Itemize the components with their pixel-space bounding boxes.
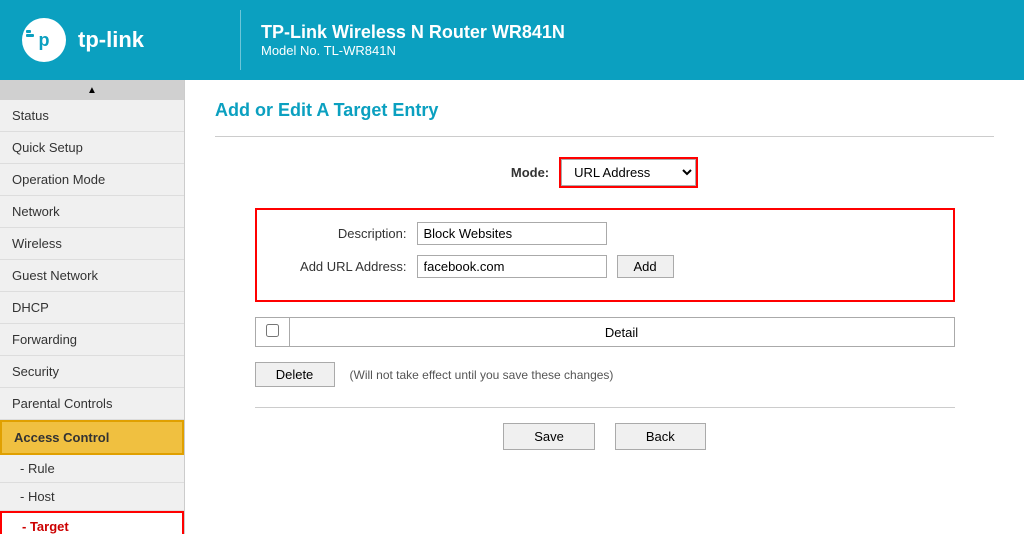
mode-row: Mode: URL Address Domain Address IP Addr… [255, 157, 955, 188]
sidebar-item-quick-setup[interactable]: Quick Setup [0, 132, 184, 164]
sidebar-item-parental-controls[interactable]: Parental Controls [0, 388, 184, 420]
sidebar: ▲ Status Quick Setup Operation Mode Netw… [0, 80, 185, 534]
action-row: Delete (Will not take effect until you s… [255, 362, 955, 387]
sidebar-item-forwarding[interactable]: Forwarding [0, 324, 184, 356]
back-button[interactable]: Back [615, 423, 706, 450]
url-label: Add URL Address: [277, 259, 407, 274]
description-label: Description: [277, 226, 407, 241]
sidebar-item-status[interactable]: Status [0, 100, 184, 132]
svg-text:p: p [39, 30, 50, 50]
mode-select-wrapper: URL Address Domain Address IP Address [559, 157, 698, 188]
detail-checkbox-cell [256, 318, 290, 346]
main-layout: ▲ Status Quick Setup Operation Mode Netw… [0, 80, 1024, 534]
sidebar-item-network[interactable]: Network [0, 196, 184, 228]
add-button[interactable]: Add [617, 255, 674, 278]
bottom-divider [255, 407, 955, 408]
sidebar-item-wireless[interactable]: Wireless [0, 228, 184, 260]
header: p tp-link TP-Link Wireless N Router WR84… [0, 0, 1024, 80]
description-row: Description: [277, 222, 933, 245]
sidebar-item-dhcp[interactable]: DHCP [0, 292, 184, 324]
mode-select[interactable]: URL Address Domain Address IP Address [561, 159, 696, 186]
header-divider [240, 10, 241, 70]
delete-button[interactable]: Delete [255, 362, 335, 387]
sidebar-item-security[interactable]: Security [0, 356, 184, 388]
url-row: Add URL Address: Add [277, 255, 933, 278]
description-input[interactable] [417, 222, 607, 245]
tp-link-logo-icon: p [20, 16, 68, 64]
router-model: Model No. TL-WR841N [261, 43, 565, 58]
url-input[interactable] [417, 255, 607, 278]
content-area: Add or Edit A Target Entry Mode: URL Add… [185, 80, 1024, 534]
sidebar-subitem-target[interactable]: - Target [0, 511, 184, 534]
save-button[interactable]: Save [503, 423, 595, 450]
sidebar-item-access-control[interactable]: Access Control [0, 420, 184, 455]
detail-label: Detail [290, 319, 954, 346]
sidebar-subitem-host[interactable]: - Host [0, 483, 184, 511]
header-info: TP-Link Wireless N Router WR841N Model N… [261, 22, 565, 58]
fields-box: Description: Add URL Address: Add [255, 208, 955, 302]
mode-label: Mode: [511, 165, 549, 180]
logo-area: p tp-link [20, 16, 220, 64]
page-title: Add or Edit A Target Entry [215, 100, 994, 121]
bottom-row: Save Back [255, 423, 955, 450]
router-title: TP-Link Wireless N Router WR841N [261, 22, 565, 43]
action-note: (Will not take effect until you save the… [350, 368, 614, 382]
sidebar-scroll-up[interactable]: ▲ [0, 80, 184, 100]
sidebar-item-operation-mode[interactable]: Operation Mode [0, 164, 184, 196]
detail-row: Detail [255, 317, 955, 347]
sidebar-item-guest-network[interactable]: Guest Network [0, 260, 184, 292]
form-section: Mode: URL Address Domain Address IP Addr… [255, 157, 955, 450]
sidebar-subitem-rule[interactable]: - Rule [0, 455, 184, 483]
title-divider [215, 136, 994, 137]
brand-name: tp-link [78, 27, 144, 53]
detail-checkbox[interactable] [266, 324, 279, 337]
